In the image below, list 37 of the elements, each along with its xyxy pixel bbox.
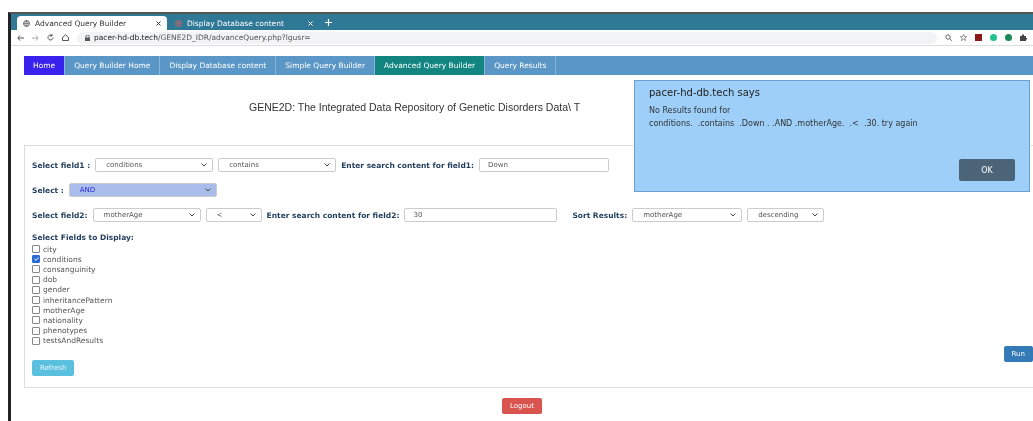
forward-icon[interactable] xyxy=(32,34,39,41)
chevron-icon xyxy=(188,213,195,217)
chevron-icon xyxy=(730,213,737,217)
checkbox[interactable] xyxy=(32,265,40,274)
home-icon[interactable] xyxy=(62,34,69,41)
close-icon[interactable] xyxy=(156,20,161,26)
checkbox[interactable] xyxy=(32,245,40,254)
checkbox[interactable] xyxy=(32,255,40,264)
chevron-icon xyxy=(201,163,208,167)
check-icon xyxy=(33,257,39,262)
zoom-icon[interactable] xyxy=(945,34,952,41)
dialog-message: conditions. .contains .Down . .AND .motherAge. .< .30. try again xyxy=(649,118,919,130)
page-heading: GENE2D: The Integrated Data Repository of Genetic Disorders Data\ T xyxy=(249,101,581,113)
checkbox[interactable] xyxy=(32,285,40,294)
chevron-icon xyxy=(204,188,211,192)
extension-icon[interactable] xyxy=(1005,34,1012,41)
ok-button[interactable]: OK xyxy=(959,159,1015,181)
chevron-icon xyxy=(812,213,819,217)
checkbox[interactable] xyxy=(32,275,40,284)
reload-icon[interactable] xyxy=(47,34,54,41)
checkbox[interactable] xyxy=(32,316,40,325)
dialog-message: No Results found for xyxy=(649,105,732,117)
star-icon[interactable] xyxy=(960,34,967,41)
checkbox[interactable] xyxy=(32,306,40,315)
chevron-icon xyxy=(249,213,256,217)
globe-icon xyxy=(175,19,182,27)
checkbox[interactable] xyxy=(32,296,40,305)
globe-icon xyxy=(23,19,30,27)
checkbox[interactable] xyxy=(32,336,40,345)
extension-icon[interactable] xyxy=(990,34,997,41)
back-icon[interactable] xyxy=(17,34,24,41)
lock-icon xyxy=(85,34,90,41)
chevron-icon xyxy=(324,163,331,167)
checkbox[interactable] xyxy=(32,326,40,335)
plus-icon[interactable] xyxy=(325,19,332,26)
dialog-title: pacer-hd-db.tech says xyxy=(649,87,761,98)
puzzle-icon[interactable] xyxy=(1020,34,1027,41)
